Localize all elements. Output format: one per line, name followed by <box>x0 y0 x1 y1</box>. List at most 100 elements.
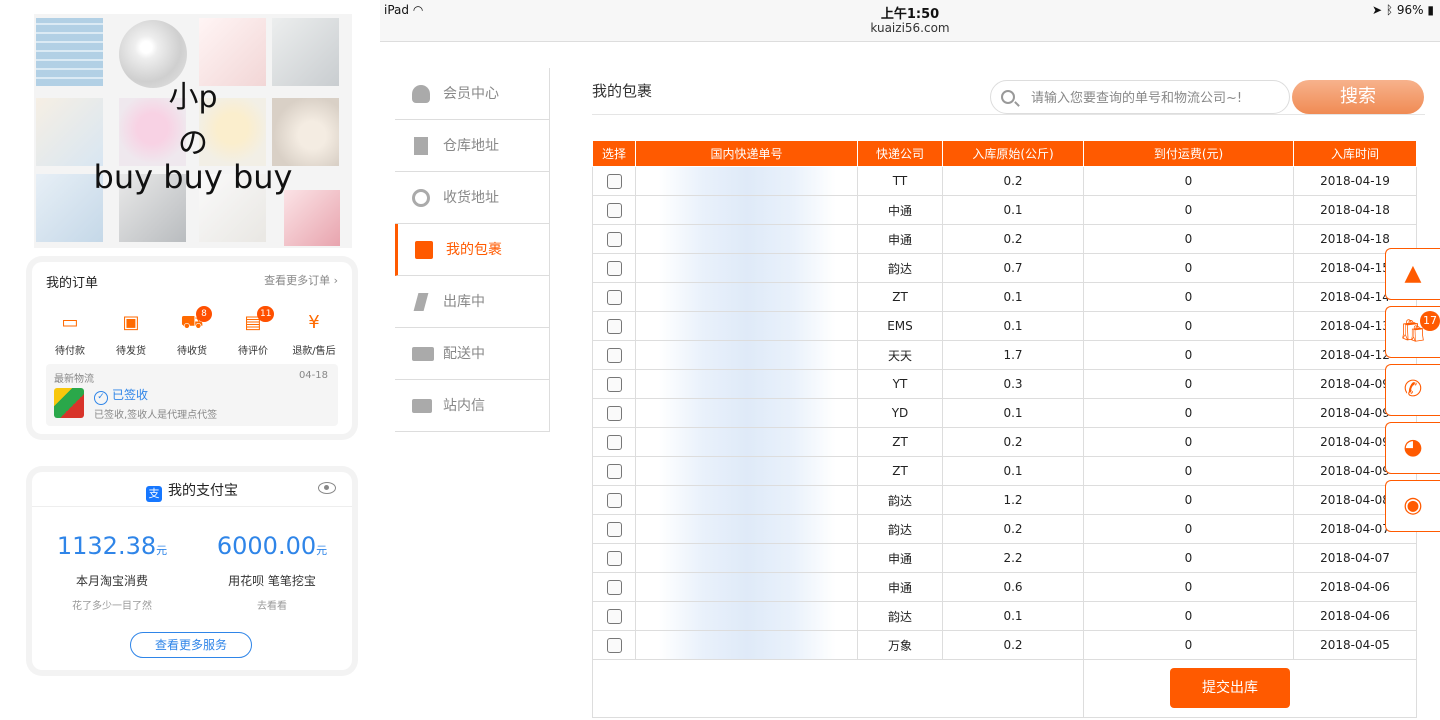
table-row[interactable]: YD 0.1 0 2018-04-09 <box>592 398 1417 428</box>
courier-cell: ZT <box>857 456 943 486</box>
row-select-cell[interactable] <box>592 398 636 428</box>
tracking-number-cell <box>635 282 858 312</box>
back-to-top-button[interactable]: ▲ <box>1385 248 1440 300</box>
table-row[interactable]: 申通 2.2 0 2018-04-07 <box>592 543 1417 573</box>
row-checkbox[interactable] <box>606 376 622 392</box>
submit-outbound-button[interactable]: 提交出库 <box>1170 668 1290 708</box>
row-select-cell[interactable] <box>592 456 636 486</box>
search-input[interactable] <box>1031 87 1281 109</box>
latest-logistics[interactable]: 最新物流 04-18 ✓ 已签收 已签收,签收人是代理点代签 <box>46 364 338 426</box>
table-row[interactable]: 万象 0.2 0 2018-04-05 <box>592 630 1417 660</box>
table-row[interactable]: 中通 0.1 0 2018-04-18 <box>592 195 1417 225</box>
row-checkbox[interactable] <box>606 521 622 537</box>
col-header-weight: 入库原始(公斤) <box>942 140 1084 167</box>
col-header-date: 入库时间 <box>1293 140 1417 167</box>
battery-indicator: ➤ ᛒ 96% ▮ <box>1371 3 1434 17</box>
table-row[interactable]: YT 0.3 0 2018-04-09 <box>592 369 1417 399</box>
row-checkbox[interactable] <box>606 405 622 421</box>
row-select-cell[interactable] <box>592 311 636 341</box>
eye-icon[interactable] <box>318 482 336 494</box>
order-pending-review[interactable]: ▤ 11 待评价 <box>225 306 281 357</box>
row-checkbox[interactable] <box>606 463 622 479</box>
row-checkbox[interactable] <box>606 608 622 624</box>
table-row[interactable]: TT 0.2 0 2018-04-19 <box>592 166 1417 196</box>
sidebar-item-my-packages[interactable]: 我的包裹 <box>395 224 549 276</box>
order-refund[interactable]: ¥ 退款/售后 <box>286 312 342 357</box>
row-checkbox[interactable] <box>606 492 622 508</box>
tracking-number-cell <box>635 427 858 457</box>
row-select-cell[interactable] <box>592 195 636 225</box>
table-row[interactable]: ZT 0.1 0 2018-04-14 <box>592 282 1417 312</box>
table-row[interactable]: ZT 0.2 0 2018-04-09 <box>592 427 1417 457</box>
order-pending-shipment[interactable]: ▣ 待发货 <box>103 312 159 357</box>
huabei-label: 用花呗 笔笔挖宝 <box>228 574 316 588</box>
sidebar-item-member-center[interactable]: 会员中心 <box>395 68 549 120</box>
logistics-date: 04-18 <box>298 370 328 381</box>
sidebar-item-warehouse-address[interactable]: 仓库地址 <box>395 120 549 172</box>
address-bar[interactable]: kuaizi56.com <box>380 21 1440 35</box>
fee-cell: 0 <box>1083 340 1294 370</box>
qq-button[interactable]: ◕ <box>1385 422 1440 474</box>
row-checkbox[interactable] <box>606 637 622 653</box>
cart-button[interactable]: 🛍 17 <box>1385 306 1440 358</box>
row-checkbox[interactable] <box>606 173 622 189</box>
row-checkbox[interactable] <box>606 579 622 595</box>
view-more-orders-link[interactable]: 查看更多订单 › <box>264 272 338 288</box>
courier-cell: 韵达 <box>857 485 943 515</box>
sidebar-item-messages[interactable]: 站内信 <box>395 380 549 432</box>
sidebar-item-delivering[interactable]: 配送中 <box>395 328 549 380</box>
row-select-cell[interactable] <box>592 369 636 399</box>
tracking-number-cell <box>635 572 858 602</box>
sidebar-item-outbound[interactable]: 出库中 <box>395 276 549 328</box>
row-select-cell[interactable] <box>592 601 636 631</box>
table-row[interactable]: 韵达 0.7 0 2018-04-15 <box>592 253 1417 283</box>
courier-cell: 天天 <box>857 340 943 370</box>
table-row[interactable]: 韵达 0.1 0 2018-04-06 <box>592 601 1417 631</box>
row-checkbox[interactable] <box>606 231 622 247</box>
row-select-cell[interactable] <box>592 514 636 544</box>
row-checkbox[interactable] <box>606 347 622 363</box>
divider <box>592 114 1425 115</box>
weight-cell: 0.2 <box>942 427 1084 457</box>
phone-button[interactable]: ✆ <box>1385 364 1440 416</box>
row-select-cell[interactable] <box>592 282 636 312</box>
wechat-button[interactable]: ◉ <box>1385 480 1440 532</box>
search-button[interactable]: 搜索 <box>1292 80 1424 114</box>
order-pending-receipt[interactable]: ⛟ 8 待收货 <box>164 306 220 357</box>
alipay-header: 支我的支付宝 <box>32 480 352 502</box>
table-row[interactable]: ZT 0.1 0 2018-04-09 <box>592 456 1417 486</box>
col-header-fee: 到付运费(元) <box>1083 140 1294 167</box>
collage-caption-line3: buy buy buy <box>93 158 293 196</box>
more-services-button[interactable]: 查看更多服务 <box>130 632 252 658</box>
row-checkbox[interactable] <box>606 260 622 276</box>
tracking-number-cell <box>635 224 858 254</box>
row-select-cell[interactable] <box>592 572 636 602</box>
row-checkbox[interactable] <box>606 318 622 334</box>
table-row[interactable]: 韵达 0.2 0 2018-04-07 <box>592 514 1417 544</box>
row-checkbox[interactable] <box>606 434 622 450</box>
alipay-huabei[interactable]: 6000.00元 用花呗 笔笔挖宝 去看看 <box>192 532 352 612</box>
row-select-cell[interactable] <box>592 166 636 196</box>
table-row[interactable]: 申通 0.2 0 2018-04-18 <box>592 224 1417 254</box>
row-select-cell[interactable] <box>592 340 636 370</box>
alipay-spending[interactable]: 1132.38元 本月淘宝消费 花了多少一目了然 <box>32 532 192 612</box>
row-select-cell[interactable] <box>592 543 636 573</box>
spending-hint: 花了多少一目了然 <box>72 601 152 612</box>
table-row[interactable]: 天天 1.7 0 2018-04-12 <box>592 340 1417 370</box>
row-select-cell[interactable] <box>592 630 636 660</box>
table-row[interactable]: EMS 0.1 0 2018-04-13 <box>592 311 1417 341</box>
row-checkbox[interactable] <box>606 289 622 305</box>
tracking-number-cell <box>635 456 858 486</box>
table-row[interactable]: 韵达 1.2 0 2018-04-08 <box>592 485 1417 515</box>
row-checkbox[interactable] <box>606 202 622 218</box>
col-header-tracking-no: 国内快递单号 <box>635 140 858 167</box>
row-checkbox[interactable] <box>606 550 622 566</box>
row-select-cell[interactable] <box>592 253 636 283</box>
row-select-cell[interactable] <box>592 427 636 457</box>
row-select-cell[interactable] <box>592 224 636 254</box>
sidebar-item-shipping-address[interactable]: 收货地址 <box>395 172 549 224</box>
table-row[interactable]: 申通 0.6 0 2018-04-06 <box>592 572 1417 602</box>
row-select-cell[interactable] <box>592 485 636 515</box>
order-status-label: 待评价 <box>238 346 268 357</box>
order-pending-payment[interactable]: ▭ 待付款 <box>42 312 98 357</box>
